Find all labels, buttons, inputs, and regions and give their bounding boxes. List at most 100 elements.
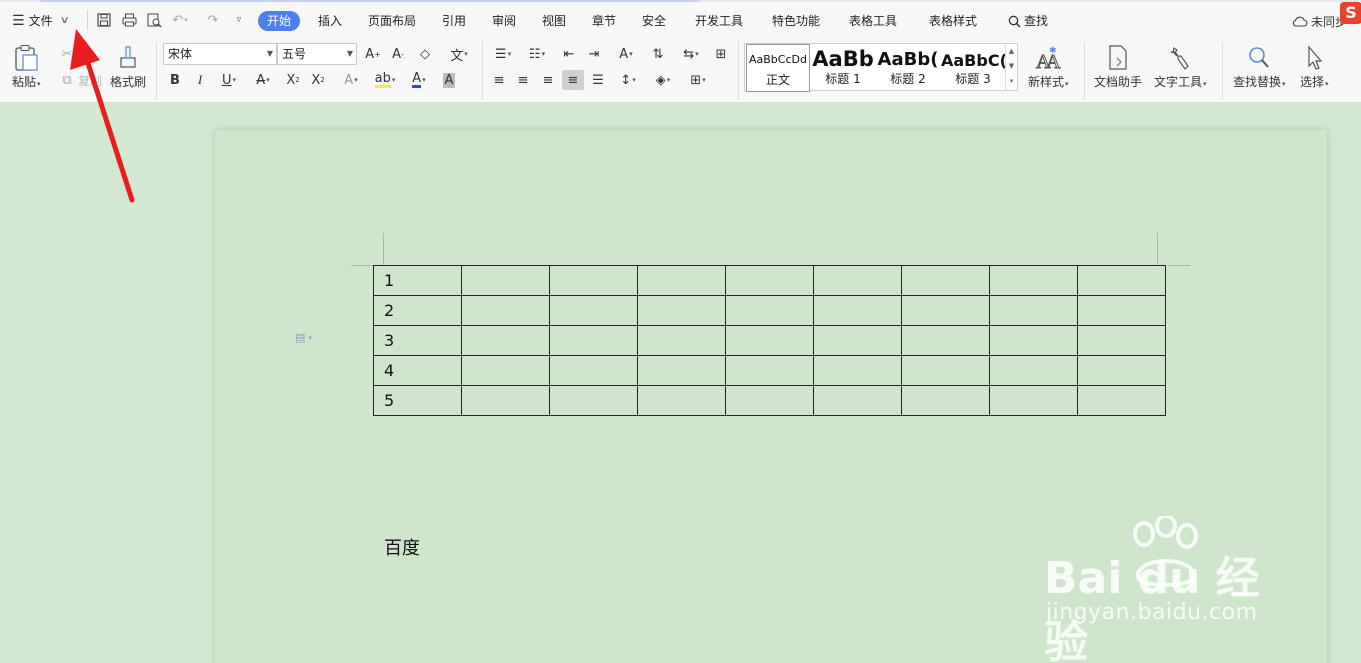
copy-label[interactable]: 复制 [78,72,102,89]
increase-indent-icon[interactable]: ⇥ [583,44,605,64]
table-cell[interactable] [1077,265,1166,296]
table-cell[interactable] [1077,385,1166,416]
table-cell[interactable] [549,385,638,416]
save-icon[interactable] [95,11,113,29]
table-cell[interactable] [1077,295,1166,326]
table-cell[interactable] [637,355,726,386]
font-name-select[interactable]: 宋体 ▼ [163,43,277,65]
table-cell[interactable] [461,325,550,356]
style-heading-2[interactable]: AaBb( 标题 2 [876,44,940,92]
file-menu-button[interactable]: ☰ 文件 ∨ [12,11,69,31]
tab-security[interactable]: 安全 [642,11,666,31]
bullet-list-icon[interactable]: ☰ ▾ [488,44,518,64]
table-cell[interactable] [813,265,902,296]
table-cell[interactable] [461,385,550,416]
text-effect-icon[interactable]: A ▾ [336,70,366,90]
table-cell[interactable] [637,325,726,356]
strikethrough-icon[interactable]: A ▾ [248,70,278,90]
tab-review[interactable]: 审阅 [492,11,516,31]
table-cell[interactable] [989,265,1078,296]
table-cell[interactable] [813,295,902,326]
table-cell[interactable] [1077,325,1166,356]
justify-icon[interactable]: ≡ [562,70,584,90]
sync-status[interactable]: 未同步 [1292,11,1347,31]
table-cell[interactable] [461,295,550,326]
table-cell[interactable] [461,355,550,386]
table-cell[interactable] [637,385,726,416]
cut-icon[interactable]: ✂ [56,44,78,64]
decrease-indent-icon[interactable]: ⇤ [558,44,580,64]
tab-home[interactable]: 开始 [258,11,301,31]
italic-icon[interactable]: I [189,70,211,90]
table-cell[interactable] [901,355,990,386]
document-paragraph[interactable]: 百度 [384,534,420,560]
table-cell[interactable] [725,265,814,296]
table-cell[interactable] [549,325,638,356]
superscript-icon[interactable]: X2 [282,70,304,90]
search-button[interactable]: 查找 [1008,11,1048,31]
underline-icon[interactable]: U ▾ [214,70,244,90]
select-button[interactable]: 选择▾ [1300,44,1329,90]
table-cell[interactable]: 5 [373,385,462,416]
subscript-icon[interactable]: X2 [307,70,329,90]
numbered-list-icon[interactable]: ☷ ▾ [522,44,552,64]
table-cell[interactable]: 4 [373,355,462,386]
document-table[interactable]: 12345 [373,265,1166,416]
print-preview-icon[interactable] [145,11,163,29]
borders-icon[interactable]: ⊞ ▾ [683,70,713,90]
grow-font-icon[interactable]: A + [362,44,384,64]
table-cell[interactable] [901,385,990,416]
sort-icon[interactable]: ⇅ [647,44,669,64]
table-cell[interactable] [901,325,990,356]
font-size-select[interactable]: 五号 ▼ [277,43,357,65]
align-right-icon[interactable]: ≡ [537,70,559,90]
font-color-icon[interactable]: A ▾ [404,70,434,90]
table-cell[interactable]: 1 [373,265,462,296]
character-shading-icon[interactable]: A [438,70,460,90]
phonetic-guide-icon[interactable]: 文 ▾ [444,44,474,64]
style-heading-3[interactable]: AaBbC( 标题 3 [941,44,1005,92]
table-cell[interactable] [461,265,550,296]
gallery-scroll[interactable]: ▲ ▼ ▾ [1005,44,1017,90]
style-heading-1[interactable]: AaBb 标题 1 [811,44,875,92]
chevron-down-icon[interactable]: ∨ [59,11,69,31]
styles-gallery[interactable]: AaBbCcDd 正文 AaBb 标题 1 AaBb( 标题 2 AaBbC( … [744,43,1018,92]
table-cell[interactable] [901,295,990,326]
table-cell[interactable] [1077,355,1166,386]
table-cell[interactable] [989,295,1078,326]
style-normal[interactable]: AaBbCcDd 正文 [746,44,810,92]
chinese-layout-icon[interactable]: A ▾ [611,44,641,64]
new-style-button[interactable]: A A ✱ 新样式▾ [1028,44,1069,90]
customize-quick-access-icon[interactable]: ▿ [230,11,248,29]
table-cell[interactable] [813,325,902,356]
print-icon[interactable] [120,11,138,29]
table-cell[interactable] [989,385,1078,416]
table-cell[interactable]: 3 [373,325,462,356]
sogou-logo-icon[interactable]: S [1340,2,1361,24]
table-cell[interactable] [813,385,902,416]
table-grid-icon[interactable]: ⊞ [710,44,732,64]
tab-special-features[interactable]: 特色功能 [772,11,820,31]
show-marks-icon[interactable]: ⇆ ▾ [676,44,706,64]
shrink-font-icon[interactable]: A- [387,44,409,64]
tab-references[interactable]: 引用 [442,11,466,31]
table-cell[interactable] [637,295,726,326]
redo-icon[interactable]: ↷ [204,11,222,29]
tab-view[interactable]: 视图 [542,11,566,31]
text-tools-button[interactable]: 文字工具▾ [1154,44,1207,90]
copy-icon[interactable]: ⧉ [56,70,78,90]
highlight-icon[interactable]: ab ▾ [370,70,400,90]
table-cell[interactable] [725,355,814,386]
line-spacing-icon[interactable]: ↕ ▾ [613,70,643,90]
table-cell[interactable] [725,385,814,416]
tab-insert[interactable]: 插入 [318,11,342,31]
table-cell[interactable] [549,295,638,326]
bold-icon[interactable]: B [164,70,186,90]
table-cell[interactable] [725,295,814,326]
format-painter-button[interactable]: 格式刷 [110,44,146,90]
tab-developer-tools[interactable]: 开发工具 [695,11,743,31]
table-cell[interactable] [637,265,726,296]
table-handle[interactable]: ▤ ▾ [295,331,312,344]
doc-helper-button[interactable]: 文档助手 [1094,44,1142,90]
align-center-icon[interactable]: ≡ [512,70,534,90]
